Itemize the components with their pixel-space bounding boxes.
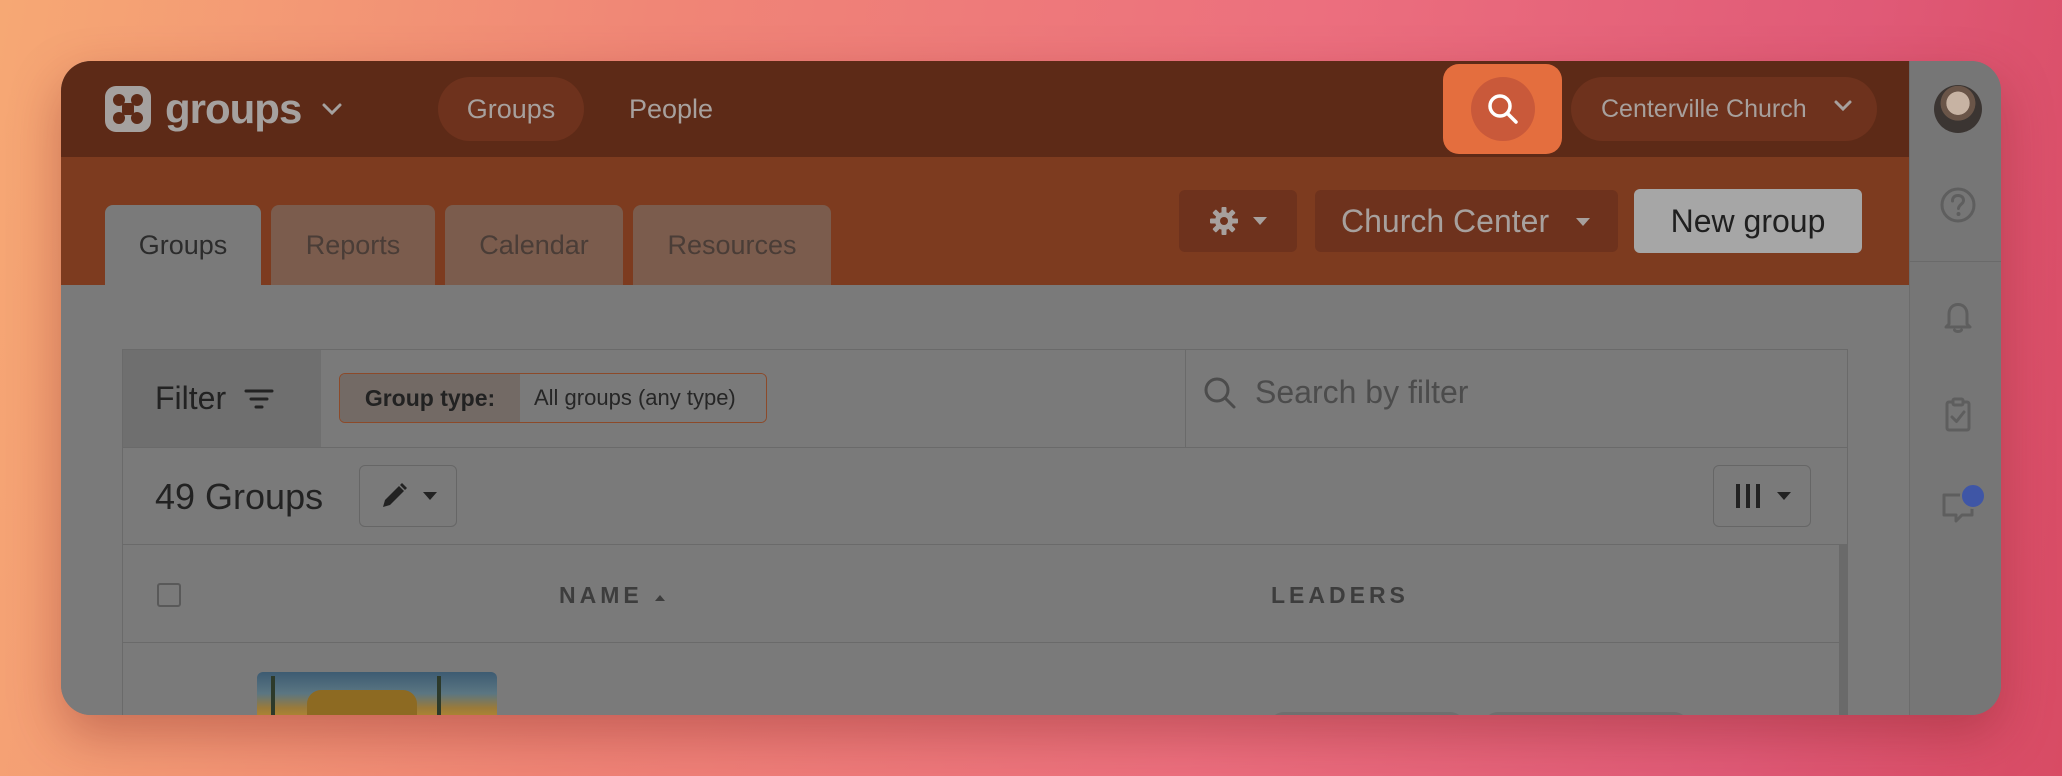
tab-resources[interactable]: Resources [633, 205, 831, 285]
app-name: groups [165, 85, 302, 132]
search-icon [1204, 377, 1236, 408]
tab-reports[interactable]: Reports [271, 205, 435, 285]
search-placeholder: Search by filter [1255, 374, 1469, 410]
groups-logo-icon [105, 86, 151, 132]
thumbnail-detail [437, 676, 441, 715]
user-avatar[interactable] [1934, 85, 1982, 133]
thumbnail-detail [307, 690, 417, 715]
gear-icon [1210, 207, 1238, 235]
nav-people-label: People [628, 93, 714, 124]
tab-calendar-label: Calendar [479, 229, 589, 260]
search-icon [1487, 94, 1518, 124]
divider [123, 544, 1847, 545]
bulk-edit-button[interactable] [359, 465, 457, 527]
chip-value: All groups (any type) [520, 374, 766, 422]
church-center-button[interactable]: Church Center [1315, 190, 1618, 252]
church-center-label: Church Center [1341, 202, 1550, 239]
groups-count: 49 Groups [155, 476, 324, 517]
column-header-leaders[interactable]: LEADERS [1271, 582, 1409, 609]
org-name: Centerville Church [1601, 94, 1807, 123]
nav-people[interactable]: People [601, 77, 741, 141]
chevron-down-icon [322, 103, 342, 116]
help-icon[interactable] [1939, 186, 1977, 224]
caret-down-icon [1777, 492, 1791, 500]
app-window: groups Groups People Centerville Church … [61, 61, 2001, 715]
nav-groups[interactable]: Groups [438, 77, 584, 141]
tab-calendar[interactable]: Calendar [445, 205, 623, 285]
table-scroll-edge [1839, 544, 1847, 715]
search-by-filter-input[interactable]: Search by filter [1203, 374, 1468, 411]
new-group-button[interactable]: New group [1634, 189, 1862, 253]
tab-reports-label: Reports [305, 229, 401, 260]
new-group-label: New group [1670, 202, 1826, 239]
tab-resources-label: Resources [667, 229, 797, 260]
group-thumbnail[interactable] [257, 672, 497, 715]
columns-button[interactable] [1713, 465, 1811, 527]
nav-groups-label: Groups [466, 93, 556, 124]
main-area: groups Groups People Centerville Church … [61, 61, 1909, 715]
chevron-down-icon [1834, 100, 1852, 112]
leaders-header-label: LEADERS [1271, 582, 1409, 608]
thumbnail-detail [271, 676, 275, 715]
pencil-icon [383, 483, 407, 507]
divider [123, 447, 1847, 448]
settings-dropdown-button[interactable] [1179, 190, 1297, 252]
sidebar-divider [1909, 261, 2001, 262]
group-type-filter-chip[interactable]: Group type: All groups (any type) [339, 373, 767, 423]
filter-icon [244, 389, 274, 408]
divider [123, 642, 1847, 643]
leader-badge[interactable] [1269, 712, 1465, 715]
clipboard-check-icon[interactable] [1939, 396, 1977, 434]
columns-icon [1736, 484, 1760, 508]
column-header-name[interactable]: NAME [559, 582, 667, 609]
notification-dot [1960, 483, 1986, 509]
caret-down-icon [1576, 218, 1590, 226]
caret-down-icon [1253, 217, 1267, 225]
org-selector[interactable]: Centerville Church [1571, 77, 1877, 141]
global-search-button[interactable] [1443, 64, 1562, 154]
chip-label: Group type: [340, 374, 520, 422]
filter-button[interactable]: Filter [123, 350, 321, 447]
groups-panel: Filter Group type: All groups (any type)… [122, 349, 1848, 715]
search-button-circle [1470, 77, 1535, 141]
tab-groups-label: Groups [138, 229, 228, 260]
sort-ascending-icon [655, 595, 666, 601]
name-header-label: NAME [559, 582, 643, 608]
leader-badge[interactable] [1483, 712, 1689, 715]
caret-down-icon [423, 492, 437, 500]
app-logo[interactable]: groups [105, 86, 343, 132]
select-all-checkbox[interactable] [157, 583, 181, 607]
filter-label: Filter [155, 380, 227, 416]
tab-groups[interactable]: Groups [105, 205, 261, 285]
right-sidebar [1909, 61, 2001, 715]
bell-icon[interactable] [1939, 298, 1977, 336]
divider [1185, 350, 1186, 447]
